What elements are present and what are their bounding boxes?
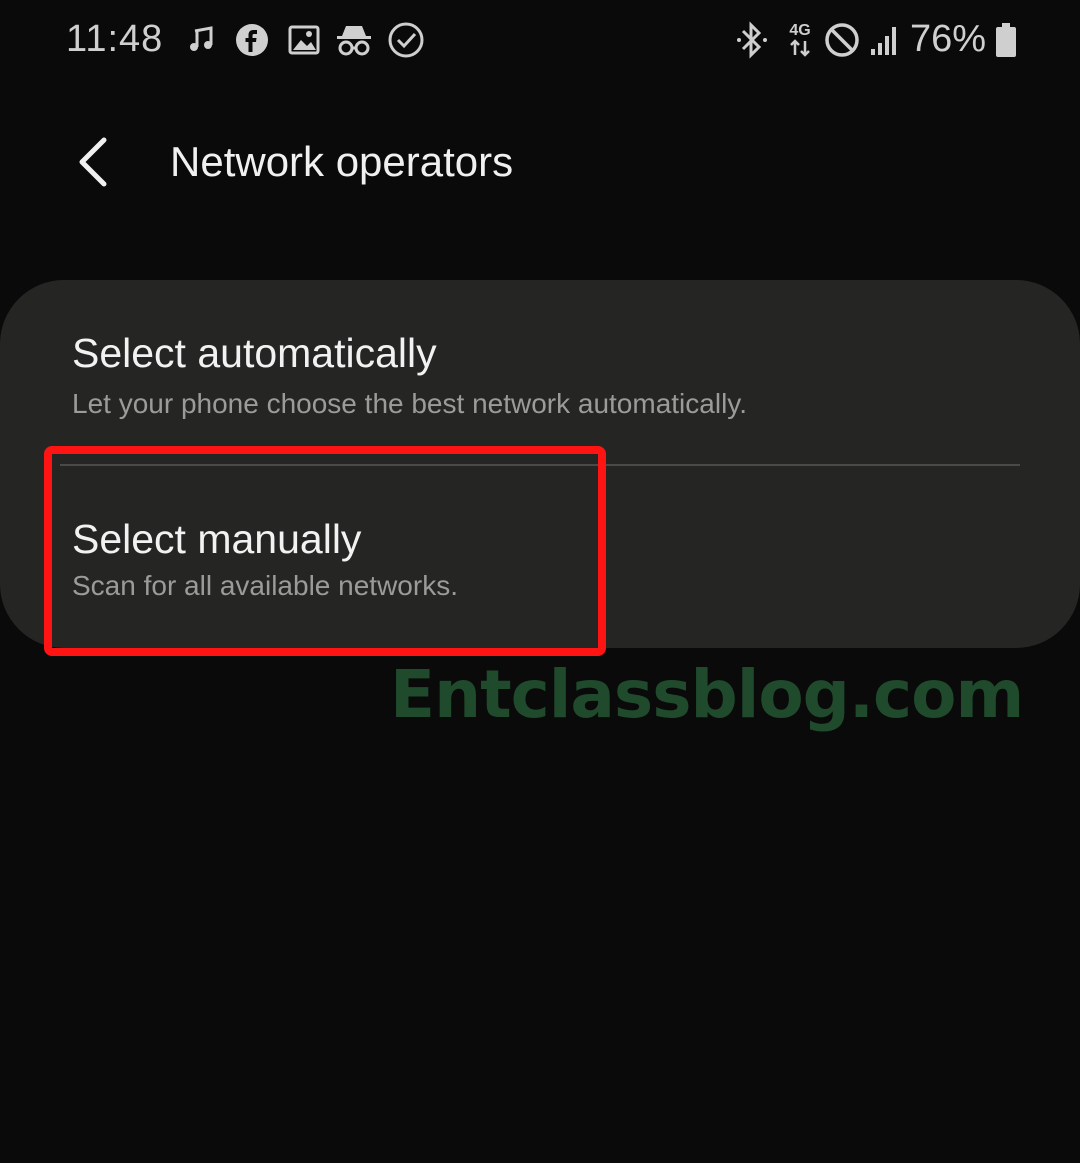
option-subtitle: Scan for all available networks. [72,570,458,601]
select-automatically-option[interactable]: Select automatically Let your phone choo… [0,280,1080,464]
signal-icon [864,20,904,60]
app-header: Network operators [0,110,1080,220]
incognito-icon [334,20,374,60]
data-4g-icon: 4G [780,20,820,60]
status-time: 11:48 [66,18,164,60]
back-button[interactable] [62,130,126,194]
music-note-icon [182,20,222,60]
page-title: Network operators [170,138,514,185]
chevron-left-icon [79,137,107,187]
option-title: Select manually [72,516,362,562]
gallery-icon [284,20,324,60]
do-not-disturb-icon [822,20,862,60]
network-selection-card: Select automatically Let your phone choo… [0,280,1080,648]
select-manually-option[interactable]: Select manually Scan for all available n… [0,466,1080,648]
bluetooth-icon [732,20,772,60]
battery-icon [986,20,1026,60]
battery-percent: 76% [910,18,987,60]
option-subtitle: Let your phone choose the best network a… [72,388,747,419]
facebook-icon [232,20,272,60]
status-bar: 11:48 4G 76% [0,0,1080,80]
check-circle-icon [386,20,426,60]
option-title: Select automatically [72,330,437,376]
watermark: Entclassblog.com [390,656,1024,733]
network-type-label: 4G [789,22,811,39]
